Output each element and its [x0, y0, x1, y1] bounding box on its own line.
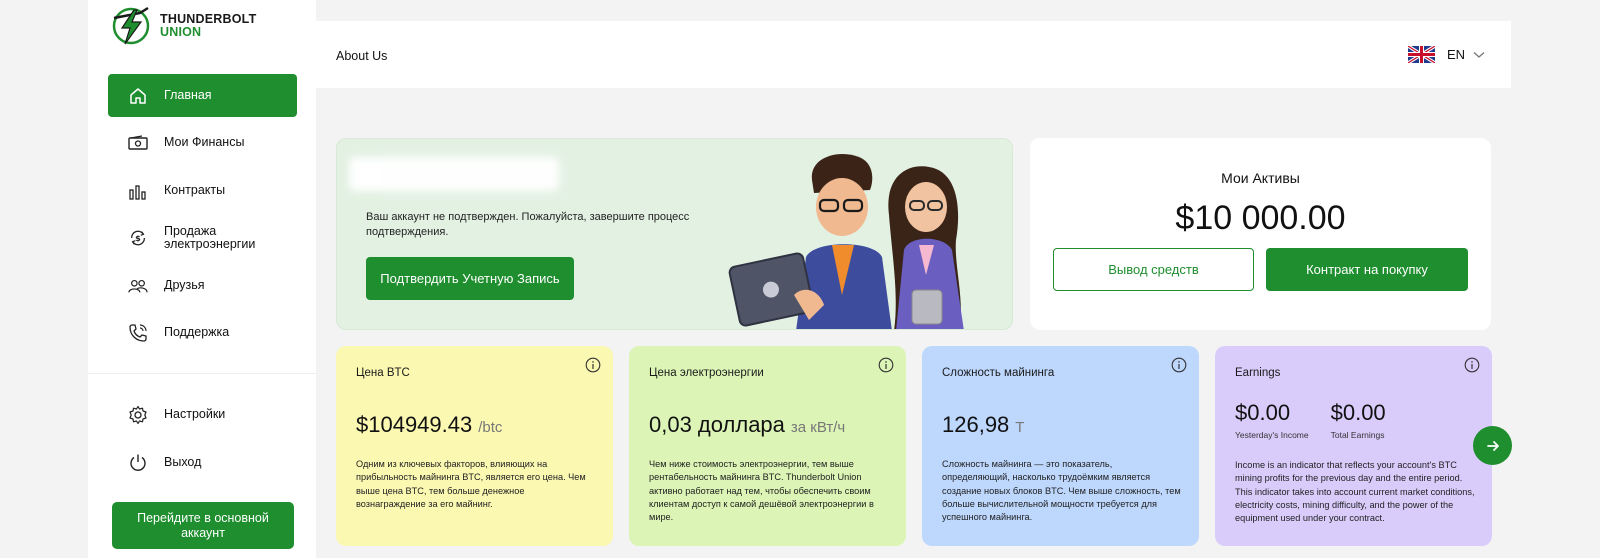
sidebar-item-label: Главная [164, 88, 212, 102]
assets-card: Мои Активы $10 000.00 Вывод средств Конт… [1030, 138, 1491, 330]
card-title: Earnings [1235, 367, 1281, 379]
bar-chart-icon [128, 181, 148, 201]
info-icon[interactable] [585, 357, 601, 373]
electricity-price-card: Цена электроэнергии 0,03 доллара за кВт/ч… [629, 346, 906, 546]
total-earnings-label: Total Earnings [1330, 430, 1385, 440]
verification-banner: Ваш аккаунт не подтвержден. Пожалуйста, … [336, 138, 1013, 330]
language-code: EN [1446, 47, 1465, 62]
brand-line2: UNION [160, 25, 202, 39]
value-number: $104949.43 [356, 412, 473, 437]
verification-message: Ваш аккаунт не подтвержден. Пожалуйста, … [366, 211, 690, 238]
team-illustration [728, 153, 964, 329]
sidebar-item-friends[interactable]: Друзья [108, 264, 297, 307]
earnings-card: Earnings $0.00 Yesterday's Income $0.00 … [1215, 346, 1492, 546]
yesterday-income-value: $0.00 [1235, 400, 1291, 425]
total-earnings: $0.00 Total Earnings [1331, 400, 1386, 440]
chevron-down-icon [1473, 51, 1485, 58]
power-icon [128, 453, 148, 473]
assets-amount: $10 000.00 [1175, 199, 1346, 237]
sidebar-item-label: Контракты [164, 183, 226, 197]
card-title: Цена BTC [356, 367, 410, 379]
phone-icon [128, 323, 148, 343]
card-description: Чем ниже стоимость электроэнергии, тем в… [649, 459, 874, 523]
verify-account-button[interactable]: Подтвердить Учетную Запись [366, 257, 574, 300]
sidebar-item-support[interactable]: Поддержка [108, 311, 297, 354]
sidebar-item-label: Продажа электроэнергии [164, 223, 256, 251]
card-description: Сложность майнинга — это показатель, опр… [942, 459, 1181, 523]
sidebar: THUNDERBOLT UNION Главная Мои Финансы Ко… [88, 0, 316, 558]
assets-title: Мои Активы [1221, 170, 1300, 186]
card-title: Цена электроэнергии [649, 367, 764, 379]
arrow-right-icon [1486, 440, 1499, 451]
sidebar-item-home[interactable]: Главная [108, 74, 297, 117]
yesterday-income-label: Yesterday's Income [1235, 430, 1309, 440]
sidebar-item-electricity-sale[interactable]: $ Продажа электроэнергии [108, 216, 297, 259]
svg-text:$: $ [135, 233, 141, 243]
dollar-exchange-icon: $ [128, 228, 148, 248]
difficulty-value: 126,98 T [942, 412, 1024, 438]
value-unit: за кВт/ч [790, 419, 846, 436]
blurred-greeting [349, 157, 559, 191]
thunderbolt-logo-icon [112, 6, 150, 45]
sidebar-item-settings[interactable]: Настройки [108, 393, 297, 436]
language-selector[interactable]: EN [1407, 46, 1485, 63]
value-number: 0,03 доллара [649, 412, 785, 437]
main-account-button[interactable]: Перейдите в основной аккаунт [112, 502, 294, 549]
sidebar-item-finances[interactable]: Мои Финансы [108, 121, 297, 164]
sidebar-item-label: Настройки [164, 407, 226, 421]
uk-flag-icon [1407, 46, 1435, 63]
sidebar-item-label: Мои Финансы [164, 135, 245, 149]
info-icon[interactable] [1464, 357, 1480, 373]
withdraw-button[interactable]: Вывод средств [1053, 248, 1254, 291]
info-icon[interactable] [878, 357, 894, 373]
value-unit: /btc [478, 419, 503, 436]
btc-price-card: Цена BTC $104949.43/btc Одним из ключевы… [336, 346, 613, 546]
buy-contract-button[interactable]: Контракт на покупку [1266, 248, 1468, 291]
sidebar-divider [88, 373, 316, 374]
friends-icon [128, 276, 148, 296]
header: About Us EN [316, 21, 1511, 88]
wallet-icon [128, 133, 148, 153]
electricity-price-value: 0,03 доллара за кВт/ч [649, 412, 845, 438]
btc-price-value: $104949.43/btc [356, 412, 502, 438]
card-title: Сложность майнинга [942, 367, 1055, 379]
sidebar-item-label: Друзья [164, 278, 205, 292]
card-description: Одним из ключевых факторов, влияющих на … [356, 459, 586, 509]
mining-difficulty-card: Сложность майнинга 126,98 T Сложность май… [922, 346, 1199, 546]
value-unit: T [1015, 419, 1025, 436]
about-us-link[interactable]: About Us [336, 49, 387, 63]
total-earnings-value: $0.00 [1330, 400, 1386, 425]
value-number: 126,98 [942, 412, 1010, 437]
sidebar-item-logout[interactable]: Выход [108, 441, 297, 484]
earnings-values: $0.00 Yesterday's Income $0.00 Total Ear… [1235, 400, 1408, 440]
sidebar-item-label: Поддержка [164, 325, 230, 339]
yesterday-income: $0.00 Yesterday's Income [1235, 400, 1309, 440]
logo[interactable]: THUNDERBOLT UNION [110, 4, 256, 48]
next-arrow-button[interactable] [1473, 426, 1512, 465]
brand-name: THUNDERBOLT UNION [160, 13, 256, 39]
gear-icon [128, 405, 148, 425]
sidebar-item-label: Выход [164, 455, 202, 469]
info-icon[interactable] [1171, 357, 1187, 373]
home-icon [128, 86, 148, 106]
card-description: Income is an indicator that reflects you… [1235, 460, 1475, 524]
sidebar-item-contracts[interactable]: Контракты [108, 169, 297, 212]
